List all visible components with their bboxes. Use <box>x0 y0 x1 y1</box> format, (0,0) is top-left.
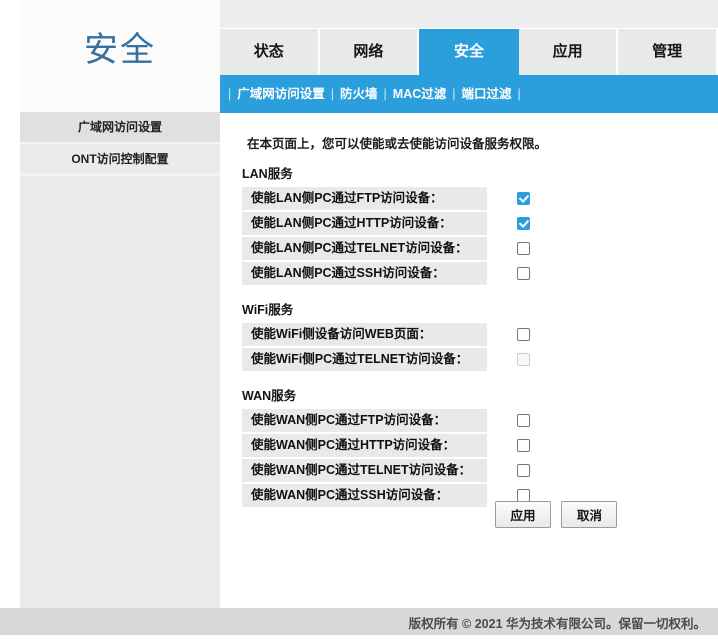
setting-row: 使能LAN侧PC通过SSH访问设备： <box>242 262 542 285</box>
tab-3[interactable]: 应用 <box>519 29 619 75</box>
setting-label: 使能WiFi侧PC通过TELNET访问设备： <box>242 348 487 371</box>
setting-row: 使能WiFi侧设备访问WEB页面： <box>242 323 542 346</box>
tab-2[interactable]: 安全 <box>419 29 519 75</box>
page-logo-title: 安全 <box>20 28 220 72</box>
setting-row: 使能LAN侧PC通过TELNET访问设备： <box>242 237 542 260</box>
page-description: 在本页面上，您可以使能或去使能访问设备服务权限。 <box>247 133 547 152</box>
setting-checkbox[interactable] <box>517 267 530 280</box>
sidebar-item-label: 广域网访问设置 <box>78 120 162 134</box>
setting-row: 使能WAN侧PC通过HTTP访问设备： <box>242 434 542 457</box>
tab-label: 管理 <box>652 43 682 60</box>
sidebar: 广域网访问设置 ONT访问控制配置 <box>20 112 220 608</box>
tab-0[interactable]: 状态 <box>220 29 320 75</box>
subnav-separator: | <box>325 87 340 101</box>
footer-bar: 版权所有 © 2021 华为技术有限公司。保留一切权利。 <box>0 608 718 635</box>
setting-label: 使能LAN侧PC通过FTP访问设备： <box>242 187 487 210</box>
setting-checkbox[interactable] <box>517 414 530 427</box>
settings-section-2: WAN服务使能WAN侧PC通过FTP访问设备：使能WAN侧PC通过HTTP访问设… <box>242 385 542 509</box>
apply-button[interactable]: 应用 <box>495 501 551 528</box>
setting-label: 使能WAN侧PC通过SSH访问设备： <box>242 484 487 507</box>
setting-row: 使能LAN侧PC通过FTP访问设备： <box>242 187 542 210</box>
setting-label: 使能LAN侧PC通过TELNET访问设备： <box>242 237 487 260</box>
setting-checkbox <box>517 353 530 366</box>
tab-4[interactable]: 管理 <box>618 29 718 75</box>
setting-checkbox[interactable] <box>517 242 530 255</box>
subnav-separator: | <box>512 87 527 101</box>
tab-1[interactable]: 网络 <box>320 29 420 75</box>
setting-label: 使能WiFi侧设备访问WEB页面： <box>242 323 487 346</box>
form-actions: 应用 取消 <box>495 501 705 528</box>
copyright-text: 版权所有 © 2021 华为技术有限公司。保留一切权利。 <box>409 608 706 640</box>
main-tabbar: 状态 网络 安全 应用 管理 <box>220 29 718 75</box>
setting-label: 使能LAN侧PC通过SSH访问设备： <box>242 262 487 285</box>
tab-label: 应用 <box>553 43 583 60</box>
subnav-item[interactable]: 防火墙 <box>340 87 378 101</box>
setting-row: 使能WAN侧PC通过TELNET访问设备： <box>242 459 542 482</box>
tab-label: 网络 <box>353 43 383 60</box>
subnav-separator: | <box>446 87 461 101</box>
router-admin-page: 安全 广域网访问设置ONT访问控制配置 状态网络安全应用管理 |广域网访问设置|… <box>0 0 718 635</box>
setting-checkbox[interactable] <box>517 328 530 341</box>
subnav-item[interactable]: 端口过滤 <box>462 87 512 101</box>
setting-row: 使能WAN侧PC通过FTP访问设备： <box>242 409 542 432</box>
subnav-separator: | <box>220 87 237 101</box>
settings-section-0: LAN服务使能LAN侧PC通过FTP访问设备：使能LAN侧PC通过HTTP访问设… <box>242 163 542 287</box>
main-content: 在本页面上，您可以使能或去使能访问设备服务权限。 LAN服务使能LAN侧PC通过… <box>220 113 718 608</box>
sidebar-item-1[interactable]: ONT访问控制配置 <box>20 144 220 176</box>
sidebar-item-0[interactable]: 广域网访问设置 <box>20 112 220 144</box>
tab-label: 安全 <box>454 43 484 60</box>
setting-checkbox[interactable] <box>517 192 530 205</box>
setting-checkbox[interactable] <box>517 439 530 452</box>
setting-label: 使能WAN侧PC通过FTP访问设备： <box>242 409 487 432</box>
setting-label: 使能LAN侧PC通过HTTP访问设备： <box>242 212 487 235</box>
cancel-button[interactable]: 取消 <box>561 501 617 528</box>
settings-section-1: WiFi服务使能WiFi侧设备访问WEB页面：使能WiFi侧PC通过TELNET… <box>242 299 542 373</box>
setting-checkbox[interactable] <box>517 217 530 230</box>
setting-checkbox[interactable] <box>517 464 530 477</box>
section-title: WAN服务 <box>242 385 542 404</box>
setting-label: 使能WAN侧PC通过HTTP访问设备： <box>242 434 487 457</box>
subnav-separator: | <box>378 87 393 101</box>
header-strip <box>220 0 718 29</box>
sidebar-item-label: ONT访问控制配置 <box>71 152 168 166</box>
sub-navigation: |广域网访问设置|防火墙|MAC过滤|端口过滤| <box>220 75 718 113</box>
setting-label: 使能WAN侧PC通过TELNET访问设备： <box>242 459 487 482</box>
subnav-item[interactable]: MAC过滤 <box>393 87 446 101</box>
logo-panel: 安全 <box>20 0 220 113</box>
section-title: LAN服务 <box>242 163 542 182</box>
subnav-item[interactable]: 广域网访问设置 <box>237 87 325 101</box>
tab-label: 状态 <box>254 43 284 60</box>
setting-row: 使能WiFi侧PC通过TELNET访问设备： <box>242 348 542 371</box>
section-title: WiFi服务 <box>242 299 542 318</box>
setting-row: 使能LAN侧PC通过HTTP访问设备： <box>242 212 542 235</box>
